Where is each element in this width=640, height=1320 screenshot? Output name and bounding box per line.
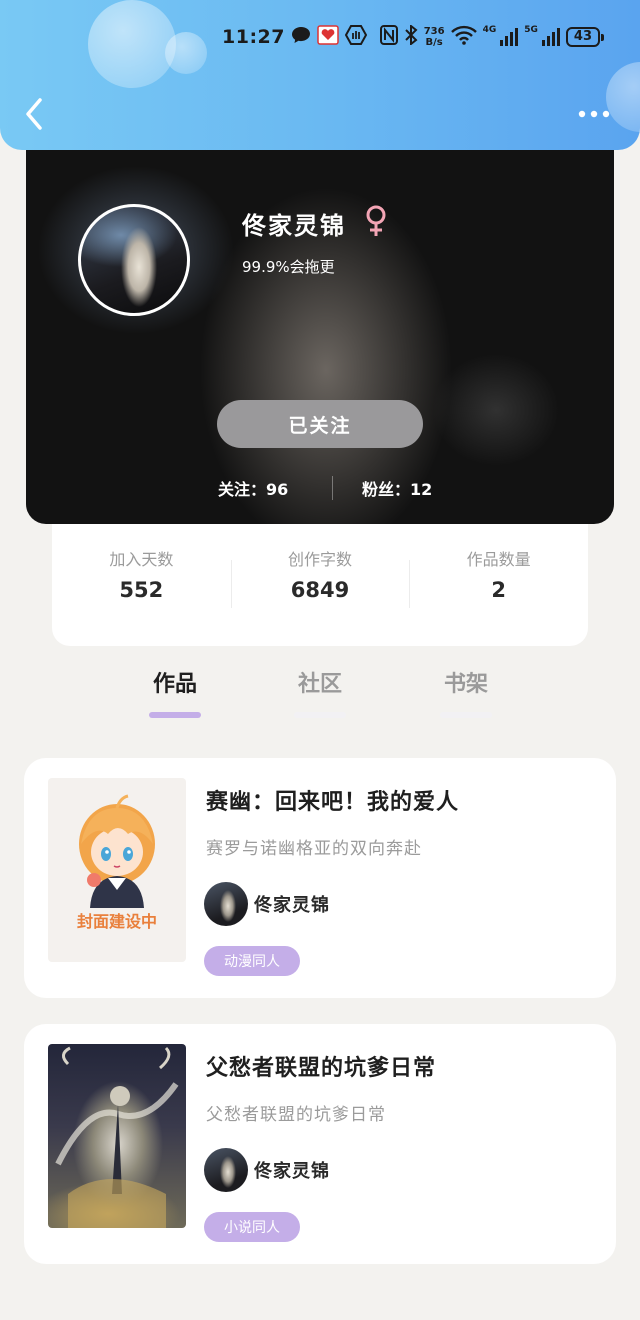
tab-label: 作品 xyxy=(152,672,197,697)
follow-stats: 关注：96 粉丝：12 xyxy=(26,476,614,500)
signal-strength-icon xyxy=(541,28,560,46)
tab-indicator xyxy=(149,712,201,718)
stat-label: 作品数量 xyxy=(466,550,531,569)
username: 佟家灵锦 xyxy=(242,212,346,240)
chat-bubble-icon xyxy=(291,26,311,49)
female-icon xyxy=(364,204,388,238)
work-title[interactable]: 赛幽：回来吧！我的爱人 xyxy=(206,784,459,816)
work-cover[interactable] xyxy=(48,1044,186,1228)
tab-indicator xyxy=(440,712,492,718)
back-button[interactable] xyxy=(20,96,50,132)
speed-unit: B/s xyxy=(425,37,443,48)
tab-bookshelf[interactable]: 书架 xyxy=(436,666,496,718)
avatar[interactable] xyxy=(78,204,190,316)
app-badge-icon xyxy=(317,24,339,50)
tab-works[interactable]: 作品 xyxy=(145,666,205,718)
fans-count[interactable]: 粉丝：12 xyxy=(362,476,432,500)
nfc-icon xyxy=(379,24,398,50)
status-time: 11:27 xyxy=(222,26,285,48)
profile-card: 佟家灵锦 99.9%会拖更 已关注 关注：96 粉丝：12 xyxy=(26,130,614,524)
work-description: 赛罗与诺幽格亚的双向奔赴 xyxy=(206,839,422,859)
speed-value: 736 xyxy=(423,26,445,37)
stat-value: 6849 xyxy=(290,578,350,602)
network-type-2: 5G xyxy=(524,24,538,35)
work-tag[interactable]: 动漫同人 xyxy=(204,946,300,976)
cover-placeholder-text: 封面建设中 xyxy=(76,912,157,931)
author-name: 佟家灵锦 xyxy=(254,895,330,916)
bluetooth-icon xyxy=(404,23,418,50)
author-avatar xyxy=(204,882,248,926)
stat-value: 2 xyxy=(491,578,506,602)
more-button[interactable] xyxy=(574,100,614,128)
tab-label: 社区 xyxy=(297,672,342,697)
stat-word-count: 创作字数 6849 xyxy=(230,546,410,646)
tab-bar: 作品 社区 书架 xyxy=(0,660,640,720)
work-card[interactable]: 父愁者联盟的坑爹日常 父愁者联盟的坑爹日常 佟家灵锦 小说同人 xyxy=(24,1024,616,1264)
status-bar: 11:27 736 B/s 4G 5G 43 xyxy=(222,22,605,52)
work-author[interactable]: 佟家灵锦 xyxy=(204,882,330,926)
following-count[interactable]: 关注：96 xyxy=(218,476,288,500)
battery-level: 43 xyxy=(565,27,605,47)
stat-value: 552 xyxy=(119,578,164,602)
work-author[interactable]: 佟家灵锦 xyxy=(204,1148,330,1192)
work-title[interactable]: 父愁者联盟的坑爹日常 xyxy=(206,1050,436,1082)
network-speed: 736 B/s xyxy=(424,26,445,48)
signal-strength-icon xyxy=(500,28,519,46)
stat-join-days: 加入天数 552 xyxy=(52,546,231,646)
wifi-icon xyxy=(450,25,477,50)
decorative-bubble xyxy=(88,0,176,88)
divider xyxy=(332,476,333,500)
work-cover[interactable]: 封面建设中 xyxy=(48,778,186,962)
author-avatar xyxy=(204,1148,248,1192)
more-dots-icon xyxy=(578,110,610,118)
author-name: 佟家灵锦 xyxy=(254,1161,330,1182)
work-tag[interactable]: 小说同人 xyxy=(204,1212,300,1242)
stat-label: 创作字数 xyxy=(288,550,353,569)
work-description: 父愁者联盟的坑爹日常 xyxy=(206,1105,386,1125)
stat-works-count: 作品数量 2 xyxy=(409,546,588,646)
tab-community[interactable]: 社区 xyxy=(290,666,350,718)
network-type-1: 4G xyxy=(482,24,497,35)
fantasy-character-illustration xyxy=(55,1046,179,1228)
follow-button[interactable]: 已关注 xyxy=(217,400,423,448)
decorative-bubble xyxy=(165,32,207,74)
work-card[interactable]: 封面建设中 赛幽：回来吧！我的爱人 赛罗与诺幽格亚的双向奔赴 佟家灵锦 动漫同人 xyxy=(24,758,616,998)
tab-label: 书架 xyxy=(443,672,488,697)
user-bio: 99.9%会拖更 xyxy=(242,258,335,276)
top-header: 11:27 736 B/s 4G 5G 43 xyxy=(0,0,640,150)
hand-hexagon-icon xyxy=(344,24,368,50)
stat-label: 加入天数 xyxy=(109,550,174,569)
tab-indicator xyxy=(294,712,346,718)
stats-card: 加入天数 552 创作字数 6849 作品数量 2 xyxy=(52,510,588,646)
anime-girl-illustration xyxy=(79,794,155,908)
chevron-left-icon xyxy=(26,98,42,130)
